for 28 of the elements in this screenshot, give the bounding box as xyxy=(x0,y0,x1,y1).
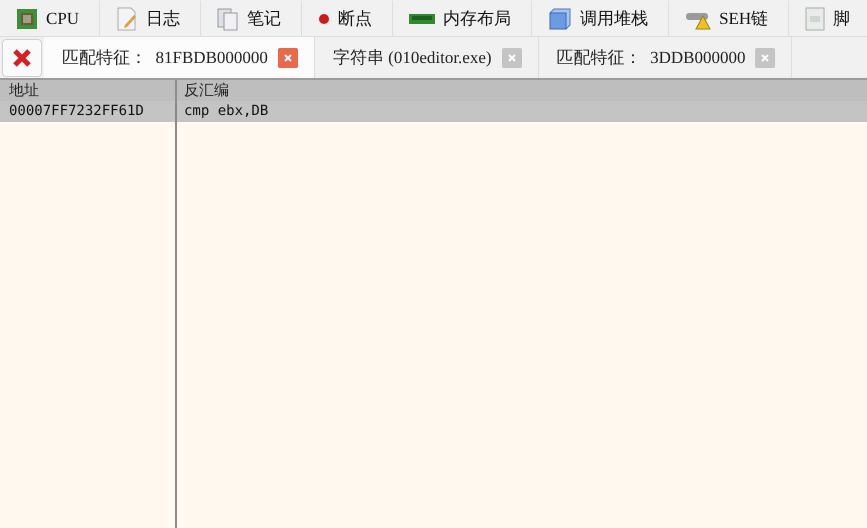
result-tab[interactable]: 匹配特征： 3DDB000000 xyxy=(538,37,792,78)
memory-stick-icon xyxy=(409,12,436,24)
result-tab[interactable]: 匹配特征： 81FBDB000000 xyxy=(44,37,315,78)
close-icon xyxy=(282,52,293,62)
chip-icon xyxy=(16,8,38,30)
notepad-pencil-icon xyxy=(116,6,138,30)
toolbar-tab[interactable]: 日志 xyxy=(100,1,202,37)
toolbar-tab[interactable]: 调用堆栈 xyxy=(532,1,670,37)
column-header[interactable]: 地址 xyxy=(0,80,175,101)
toolbar-tab[interactable]: 笔记 xyxy=(201,1,302,37)
toolbar-tab[interactable]: CPU xyxy=(0,1,100,37)
toolbar-tab[interactable]: 断点 xyxy=(302,1,394,37)
tab-close-button[interactable] xyxy=(502,48,522,68)
table-cell: 00007FF7232FF61D xyxy=(0,101,175,122)
dot-icon xyxy=(318,12,330,24)
close-icon xyxy=(506,52,517,62)
close-all-button[interactable] xyxy=(2,39,42,77)
tab-close-button[interactable] xyxy=(755,48,776,68)
script-icon xyxy=(805,6,826,30)
table-cell: cmp ebx,DB xyxy=(175,101,867,122)
column-header[interactable]: 反汇编 xyxy=(175,80,867,101)
cube-icon xyxy=(548,6,572,30)
tab-close-button[interactable] xyxy=(278,48,298,68)
toolbar-tab[interactable]: 内存布局 xyxy=(393,1,532,37)
close-icon xyxy=(760,52,770,62)
close-icon xyxy=(12,48,32,68)
clipboard-icon xyxy=(217,6,240,30)
toolbar-tab[interactable]: SEH链 xyxy=(669,1,790,37)
